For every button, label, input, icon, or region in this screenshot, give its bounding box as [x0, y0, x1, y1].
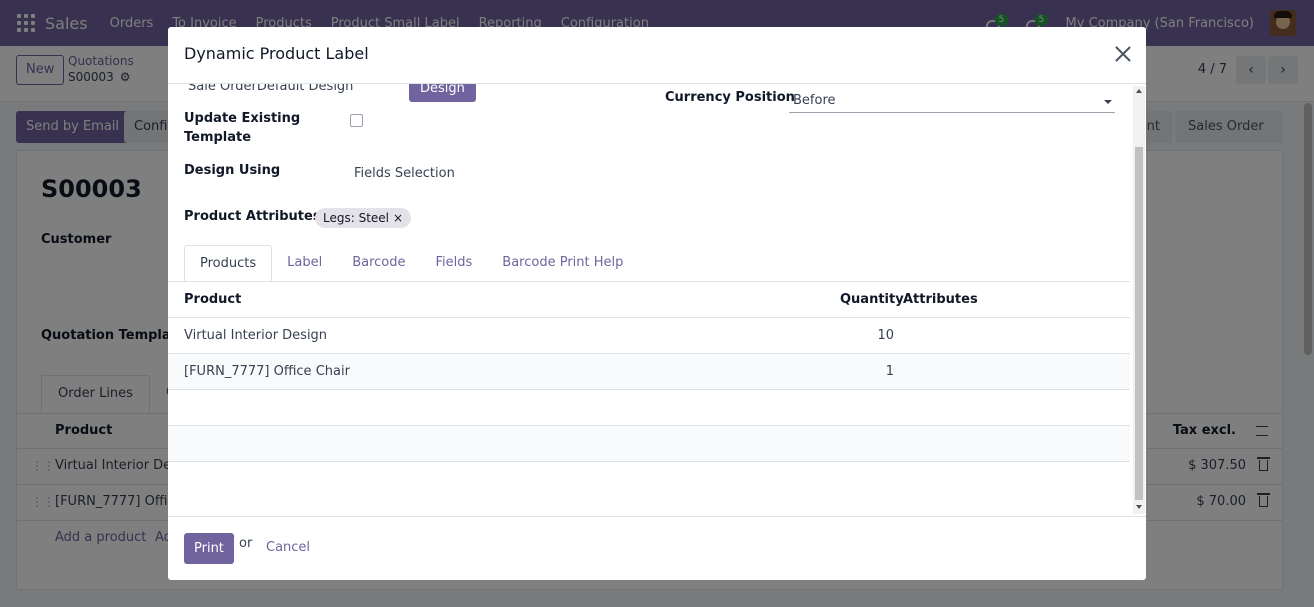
cancel-link[interactable]: Cancel — [266, 540, 310, 555]
dialog-tabs: Products Label Barcode Fields Barcode Pr… — [184, 245, 638, 282]
design-button[interactable]: Design — [409, 84, 476, 102]
row-product[interactable]: [FURN_7777] Office Chair — [184, 364, 350, 379]
row-product[interactable]: Virtual Interior Design — [184, 328, 327, 343]
currency-position-label: Currency Position — [665, 90, 795, 105]
update-existing-template-checkbox[interactable] — [350, 114, 363, 127]
dialog-header: Dynamic Product Label — [168, 27, 1146, 84]
attribute-tag-label: Legs: Steel — [323, 211, 390, 225]
attribute-tag: Legs: Steel × — [315, 208, 412, 228]
close-icon[interactable] — [1114, 45, 1132, 63]
template-field[interactable]: Sale OrderDefault Design — [188, 84, 353, 94]
table-row[interactable]: Virtual Interior Design 10 — [168, 318, 1130, 354]
caret-down-icon — [1104, 100, 1112, 104]
row-quantity[interactable]: 10 — [834, 328, 894, 343]
empty-row — [168, 426, 1130, 462]
row-quantity[interactable]: 1 — [834, 364, 894, 379]
tab-barcode-print-help[interactable]: Barcode Print Help — [487, 245, 638, 282]
currency-position-select[interactable]: Before — [789, 90, 1115, 113]
dialog-body: Sale OrderDefault Design Design Update E… — [168, 84, 1146, 516]
products-table: Product Quantity Attributes Virtual Inte… — [168, 282, 1130, 462]
column-attributes[interactable]: Attributes — [903, 292, 978, 307]
update-existing-template-label: Update Existing Template — [184, 111, 301, 145]
currency-position-value: Before — [793, 93, 836, 108]
column-quantity[interactable]: Quantity — [840, 292, 904, 307]
dynamic-product-label-dialog: Dynamic Product Label Sale OrderDefault … — [168, 27, 1146, 580]
tag-remove-icon[interactable]: × — [393, 211, 403, 225]
product-attributes-label: Product Attributes — [184, 209, 321, 224]
column-product[interactable]: Product — [184, 292, 241, 307]
or-text: or — [239, 536, 253, 551]
dialog-title: Dynamic Product Label — [184, 44, 369, 63]
dialog-scrollbar-thumb[interactable] — [1135, 147, 1143, 500]
tab-products[interactable]: Products — [184, 245, 273, 282]
scroll-down-icon[interactable] — [1136, 505, 1142, 509]
scroll-up-icon[interactable] — [1136, 89, 1142, 93]
design-using-field[interactable]: Fields Selection — [354, 166, 455, 181]
tab-barcode[interactable]: Barcode — [337, 245, 420, 282]
tab-label[interactable]: Label — [272, 245, 337, 282]
table-row[interactable]: [FURN_7777] Office Chair 1 — [168, 354, 1130, 390]
print-button[interactable]: Print — [184, 533, 234, 564]
dialog-footer: Print or Cancel — [168, 516, 1146, 580]
design-using-label: Design Using — [184, 163, 281, 178]
tab-fields[interactable]: Fields — [421, 245, 488, 282]
products-table-header: Product Quantity Attributes — [168, 282, 1130, 318]
empty-row — [168, 390, 1130, 426]
